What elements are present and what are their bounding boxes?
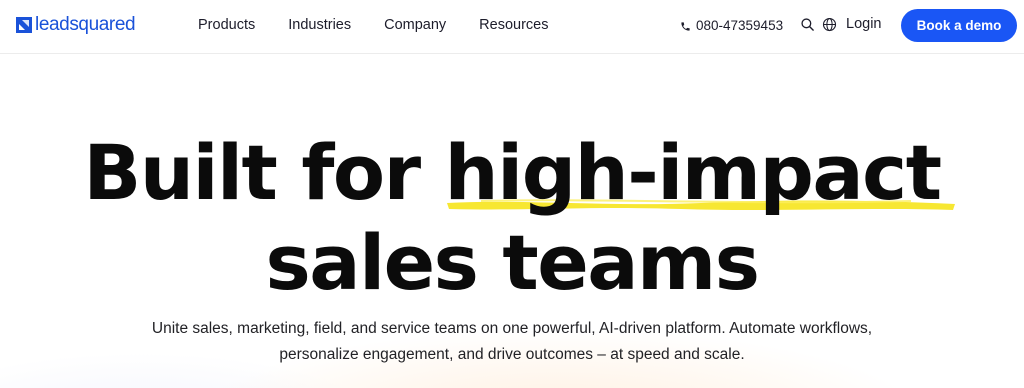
logo-text: leadsquared <box>35 14 136 35</box>
globe-icon[interactable] <box>822 17 837 32</box>
phone-icon <box>680 20 691 31</box>
hero-subtitle-line-1: Unite sales, marketing, field, and servi… <box>151 320 873 337</box>
phone-link[interactable]: 080-47359453 <box>680 16 783 34</box>
hero-subtitle-line-2: personalize engagement, and drive outcom… <box>279 346 745 363</box>
main-nav: Products Industries Company Resources <box>198 0 581 50</box>
leadsquared-logo-icon <box>16 17 32 33</box>
hero-title-part-1: Built for <box>83 128 445 217</box>
search-icon[interactable] <box>800 17 815 32</box>
phone-number: 080-47359453 <box>696 17 784 33</box>
nav-item-products[interactable]: Products <box>198 17 255 33</box>
nav-item-industries[interactable]: Industries <box>288 17 351 33</box>
hero-title: Built for high-impact sales teams <box>0 128 1024 308</box>
nav-item-company[interactable]: Company <box>384 17 446 33</box>
hero-title-highlight: high-impact <box>444 128 955 218</box>
hero-subtitle: Unite sales, marketing, field, and servi… <box>112 316 912 368</box>
header-tools: 080-47359453 Login Book a demo <box>664 0 1024 50</box>
book-demo-button[interactable]: Book a demo <box>901 9 1017 42</box>
nav-item-resources[interactable]: Resources <box>479 17 548 33</box>
page: leadsquared Products Industries Company … <box>0 0 1024 388</box>
hero-title-highlight-text: high-impact <box>444 128 943 217</box>
logo[interactable]: leadsquared <box>16 13 136 37</box>
login-link[interactable]: Login <box>846 16 881 32</box>
site-header: leadsquared Products Industries Company … <box>0 0 1024 54</box>
hero-title-line-1: Built for high-impact <box>0 128 1024 218</box>
hero-title-line-2: sales teams <box>265 218 760 307</box>
